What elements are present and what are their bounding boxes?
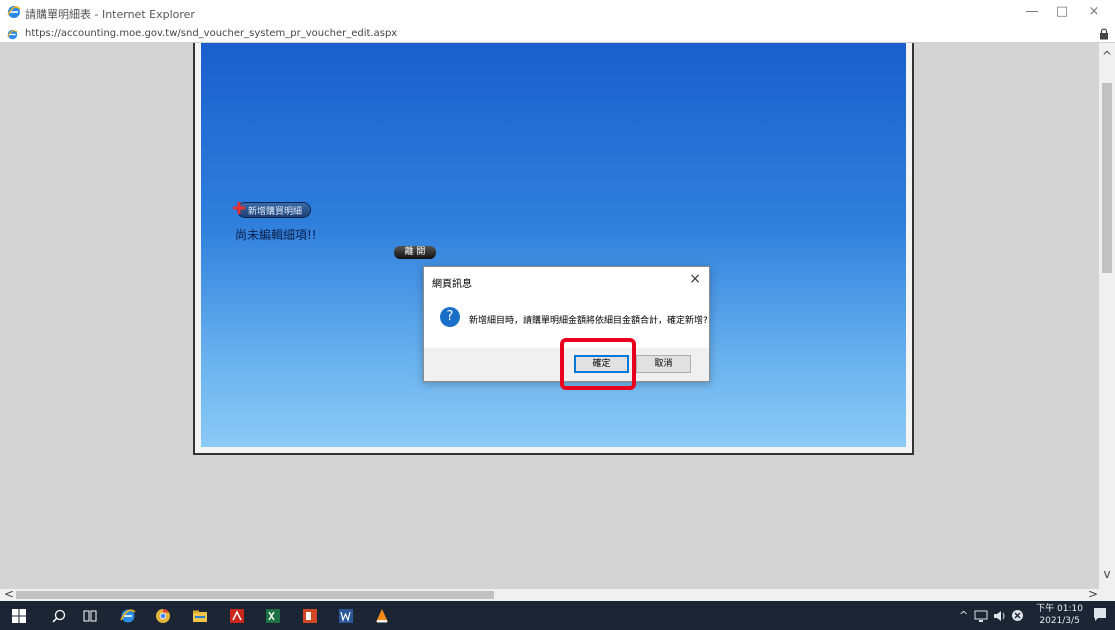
scrollbar-corner: [1099, 589, 1115, 601]
dialog-close-icon[interactable]: ×: [689, 271, 701, 287]
acrobat-icon[interactable]: [229, 608, 245, 624]
ok-button-highlight: [560, 338, 636, 390]
empty-items-message: 尚未編輯細項!!: [235, 228, 317, 242]
search-icon[interactable]: [51, 608, 67, 624]
windows-start-icon[interactable]: [11, 608, 27, 624]
internet-explorer-icon: [7, 6, 21, 18]
scroll-left-icon[interactable]: <: [4, 587, 14, 601]
add-item-button[interactable]: 新增購買明細: [233, 202, 310, 217]
horizontal-scrollbar[interactable]: < >: [0, 587, 1099, 601]
network-icon[interactable]: [974, 609, 988, 623]
minimize-button[interactable]: —: [1020, 4, 1044, 19]
task-view-icon[interactable]: [82, 608, 98, 624]
url-field[interactable]: https://accounting.moe.gov.tw/snd_vouche…: [25, 28, 397, 39]
scroll-down-icon[interactable]: v: [1099, 567, 1115, 581]
close-window-button[interactable]: ×: [1082, 4, 1106, 19]
excel-icon[interactable]: [265, 608, 281, 624]
add-item-label: 新增購買明細: [248, 207, 303, 217]
lock-icon[interactable]: [1099, 28, 1109, 40]
vertical-scrollbar[interactable]: ^ v: [1099, 43, 1115, 589]
cancel-button[interactable]: 取消: [636, 355, 691, 373]
window-titlebar: 請購單明細表 - Internet Explorer — □ ×: [0, 0, 1115, 27]
window-title: 請購單明細表 - Internet Explorer: [25, 8, 195, 21]
clock-time: 下午 01:10: [1036, 604, 1083, 614]
dialog-title: 網頁訊息: [432, 279, 472, 290]
internet-explorer-icon: [7, 29, 18, 40]
dialog-message: 新增細目時，請購單明細金額將依細目金額合計，確定新增?: [469, 316, 708, 326]
notification-center-icon[interactable]: [1093, 607, 1107, 623]
internet-explorer-taskbar-icon[interactable]: [120, 608, 136, 624]
ime-status-icon[interactable]: [1011, 609, 1024, 622]
horizontal-scroll-thumb[interactable]: [16, 591, 494, 599]
chrome-icon[interactable]: [155, 608, 171, 624]
content-panel: 新增購買明細 尚未編輯細項!! 離 開: [193, 43, 914, 455]
volume-icon[interactable]: [993, 609, 1007, 623]
clock-date: 2021/3/5: [1039, 616, 1080, 626]
tray-overflow-icon[interactable]: ^: [959, 609, 968, 622]
taskbar-clock[interactable]: 下午 01:10 2021/3/5: [1036, 603, 1083, 627]
vertical-scroll-thumb[interactable]: [1102, 83, 1112, 273]
scroll-right-icon[interactable]: >: [1088, 587, 1098, 601]
taskbar: ^ 下午 01:10 2021/3/5: [0, 601, 1115, 630]
address-bar: https://accounting.moe.gov.tw/snd_vouche…: [0, 27, 1115, 43]
maximize-button[interactable]: □: [1050, 4, 1074, 19]
file-explorer-icon[interactable]: [192, 608, 208, 624]
vlc-icon[interactable]: [374, 608, 390, 624]
word-icon[interactable]: [338, 608, 354, 624]
powerpoint-icon[interactable]: [302, 608, 318, 624]
plus-icon: [233, 202, 245, 214]
question-icon: ?: [440, 307, 460, 327]
leave-button[interactable]: 離 開: [394, 246, 436, 259]
scroll-up-icon[interactable]: ^: [1099, 49, 1115, 63]
content-panel-inner: 新增購買明細 尚未編輯細項!! 離 開: [201, 43, 906, 447]
